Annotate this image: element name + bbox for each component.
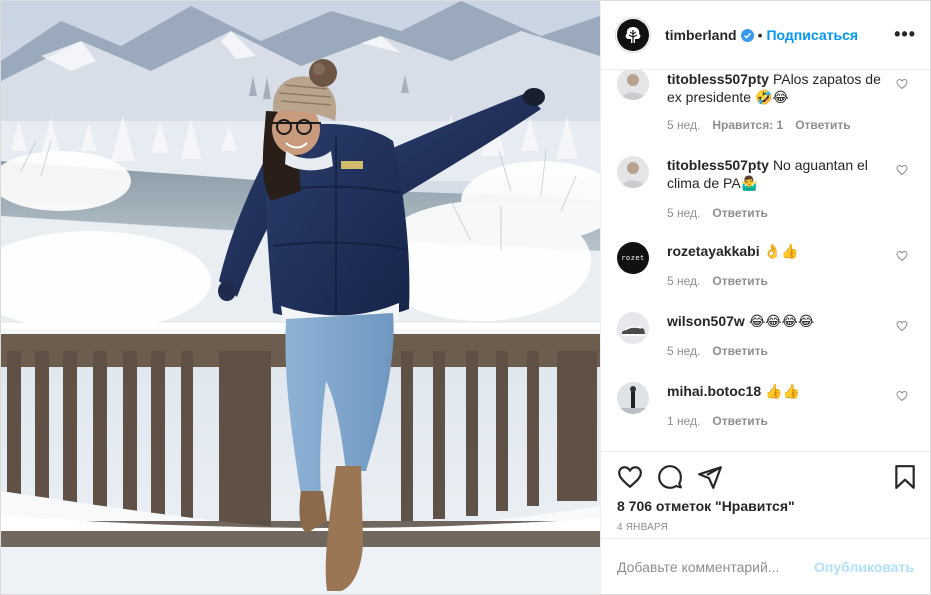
comment-age[interactable]: 5 нед. [667, 206, 700, 220]
reply-button[interactable]: Ответить [712, 344, 767, 358]
reply-button[interactable]: Ответить [795, 118, 850, 132]
reply-button[interactable]: Ответить [712, 206, 767, 220]
heart-icon[interactable] [617, 464, 643, 490]
comment-avatar[interactable]: rozet [617, 242, 649, 274]
reply-button[interactable]: Ответить [712, 414, 767, 428]
comment-avatar[interactable] [617, 382, 649, 414]
comment-text: 👌👍 [763, 243, 799, 259]
avatar[interactable] [615, 17, 651, 53]
post-header: timberland • Подписаться ••• [601, 1, 930, 70]
comment-text: 😂😂😂😂 [748, 313, 815, 329]
post-photo[interactable] [1, 1, 600, 594]
verified-badge-icon [740, 28, 754, 42]
comment-age[interactable]: 1 нед. [667, 414, 700, 428]
timberland-tree-logo-icon [625, 27, 641, 43]
comment-age[interactable]: 5 нед. [667, 118, 700, 132]
comment-item: rozet rozetayakkabi 👌👍 5 нед. Ответить [617, 242, 914, 288]
comment-item: mihai.botoc18 👍👍 1 нед. Ответить [617, 382, 914, 428]
post-author-username[interactable]: timberland [665, 27, 737, 43]
comment-icon[interactable] [657, 464, 683, 490]
comment-age[interactable]: 5 нед. [667, 344, 700, 358]
more-options-icon[interactable]: ••• [894, 25, 916, 43]
rozet-logo-text: rozet [621, 254, 645, 262]
comment-age[interactable]: 5 нед. [667, 274, 700, 288]
comments-list[interactable]: titobless507pty PAlos zapatos de ex presi… [601, 70, 930, 451]
comment-item: wilson507w 😂😂😂😂 5 нед. Ответить [617, 312, 914, 358]
follow-button[interactable]: Подписаться [766, 27, 858, 43]
comment-username[interactable]: titobless507pty [667, 157, 769, 173]
header-separator: • [757, 27, 763, 43]
post-date[interactable]: 4 ЯНВАРЯ [617, 522, 668, 533]
comment-username[interactable]: mihai.botoc18 [667, 383, 761, 399]
publish-button[interactable]: Опубликовать [814, 559, 914, 575]
comment-item: titobless507pty No aguantan el clima de P… [617, 156, 914, 220]
post-dialog: timberland • Подписаться ••• titobless50… [0, 0, 931, 595]
comment-like-heart-icon[interactable] [896, 164, 908, 176]
comment-composer: Опубликовать [601, 538, 930, 594]
comment-likes-count[interactable]: Нравится: 1 [712, 118, 783, 132]
comment-like-heart-icon[interactable] [896, 78, 908, 90]
comment-username[interactable]: wilson507w [667, 313, 745, 329]
snow-scene-image [1, 1, 600, 594]
bookmark-icon[interactable] [892, 464, 918, 490]
comment-avatar[interactable] [617, 312, 649, 344]
share-icon[interactable] [697, 464, 723, 490]
comment-username[interactable]: rozetayakkabi [667, 243, 760, 259]
comment-like-heart-icon[interactable] [896, 320, 908, 332]
reply-button[interactable]: Ответить [712, 274, 767, 288]
comment-like-heart-icon[interactable] [896, 390, 908, 402]
comment-username[interactable]: titobless507pty [667, 71, 769, 87]
post-side-panel: timberland • Подписаться ••• titobless50… [600, 1, 930, 594]
comment-input[interactable] [617, 558, 815, 575]
comment-like-heart-icon[interactable] [896, 250, 908, 262]
likes-count[interactable]: 8 706 отметок "Нравится" [617, 498, 795, 514]
comment-item: titobless507pty PAlos zapatos de ex presi… [617, 70, 914, 132]
comment-avatar[interactable] [617, 156, 649, 188]
comment-text: 👍👍 [765, 383, 801, 399]
comment-avatar[interactable] [617, 70, 649, 100]
